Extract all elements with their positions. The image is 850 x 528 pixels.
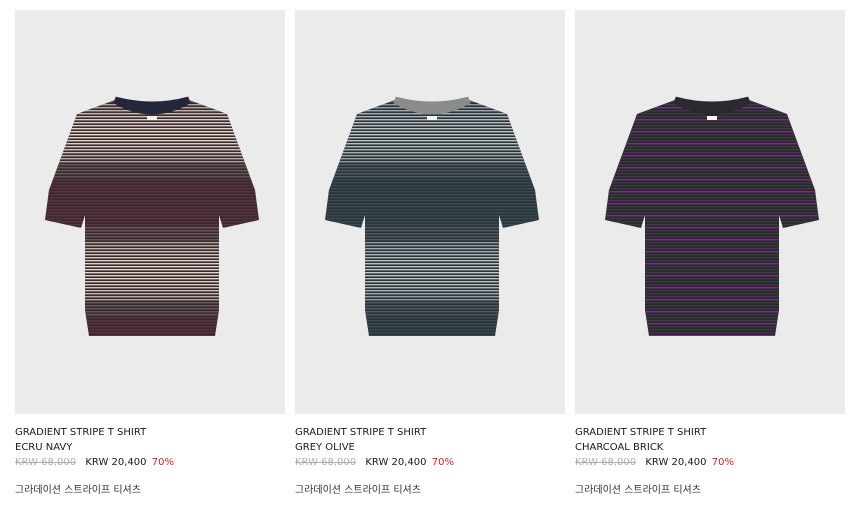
- tshirt-collar: [393, 96, 471, 115]
- discount-badge: 70%: [711, 457, 734, 468]
- brand-label: [707, 116, 717, 120]
- product-name[interactable]: GRADIENT STRIPE T SHIRT: [15, 425, 285, 440]
- product-color: CHARCOAL BRICK: [575, 442, 664, 453]
- sale-price: KRW 20,400: [645, 457, 707, 468]
- product-name-korean: 그라데이션 스트라이프 티셔츠: [15, 485, 141, 496]
- brand-label: [427, 116, 437, 120]
- product-card[interactable]: GRADIENT STRIPE T SHIRT CHARCOAL BRICK K…: [575, 10, 845, 498]
- stripe-pattern: [45, 101, 259, 336]
- product-card[interactable]: GRADIENT STRIPE T SHIRT GREY OLIVE KRW 6…: [295, 10, 565, 498]
- stripe-pattern: [605, 101, 819, 336]
- sale-price: KRW 20,400: [365, 457, 427, 468]
- tshirt-collar: [113, 96, 191, 115]
- brand-label: [147, 116, 157, 120]
- product-name-korean: 그라데이션 스트라이프 티셔츠: [575, 485, 701, 496]
- original-price: KRW 68,000: [295, 457, 357, 468]
- product-image[interactable]: [15, 10, 285, 414]
- product-name-korean: 그라데이션 스트라이프 티셔츠: [295, 485, 421, 496]
- original-price: KRW 68,000: [575, 457, 637, 468]
- sale-price: KRW 20,400: [85, 457, 147, 468]
- price-row: KRW 68,000 KRW 20,400 70%: [15, 455, 285, 470]
- product-image[interactable]: [575, 10, 845, 414]
- stripe-pattern: [325, 101, 539, 336]
- discount-badge: 70%: [151, 457, 174, 468]
- tshirt-illustration: [325, 96, 539, 336]
- tshirt-illustration: [45, 96, 259, 336]
- original-price: KRW 68,000: [15, 457, 77, 468]
- price-row: KRW 68,000 KRW 20,400 70%: [295, 455, 565, 470]
- product-name[interactable]: GRADIENT STRIPE T SHIRT: [575, 425, 845, 440]
- tshirt-collar: [673, 96, 751, 115]
- tshirt-illustration: [605, 96, 819, 336]
- price-row: KRW 68,000 KRW 20,400 70%: [575, 455, 845, 470]
- discount-badge: 70%: [431, 457, 454, 468]
- product-grid: GRADIENT STRIPE T SHIRT ECRU NAVY KRW 68…: [15, 10, 845, 498]
- product-image[interactable]: [295, 10, 565, 414]
- product-color: GREY OLIVE: [295, 442, 355, 453]
- product-color: ECRU NAVY: [15, 442, 73, 453]
- product-name[interactable]: GRADIENT STRIPE T SHIRT: [295, 425, 565, 440]
- product-card[interactable]: GRADIENT STRIPE T SHIRT ECRU NAVY KRW 68…: [15, 10, 285, 498]
